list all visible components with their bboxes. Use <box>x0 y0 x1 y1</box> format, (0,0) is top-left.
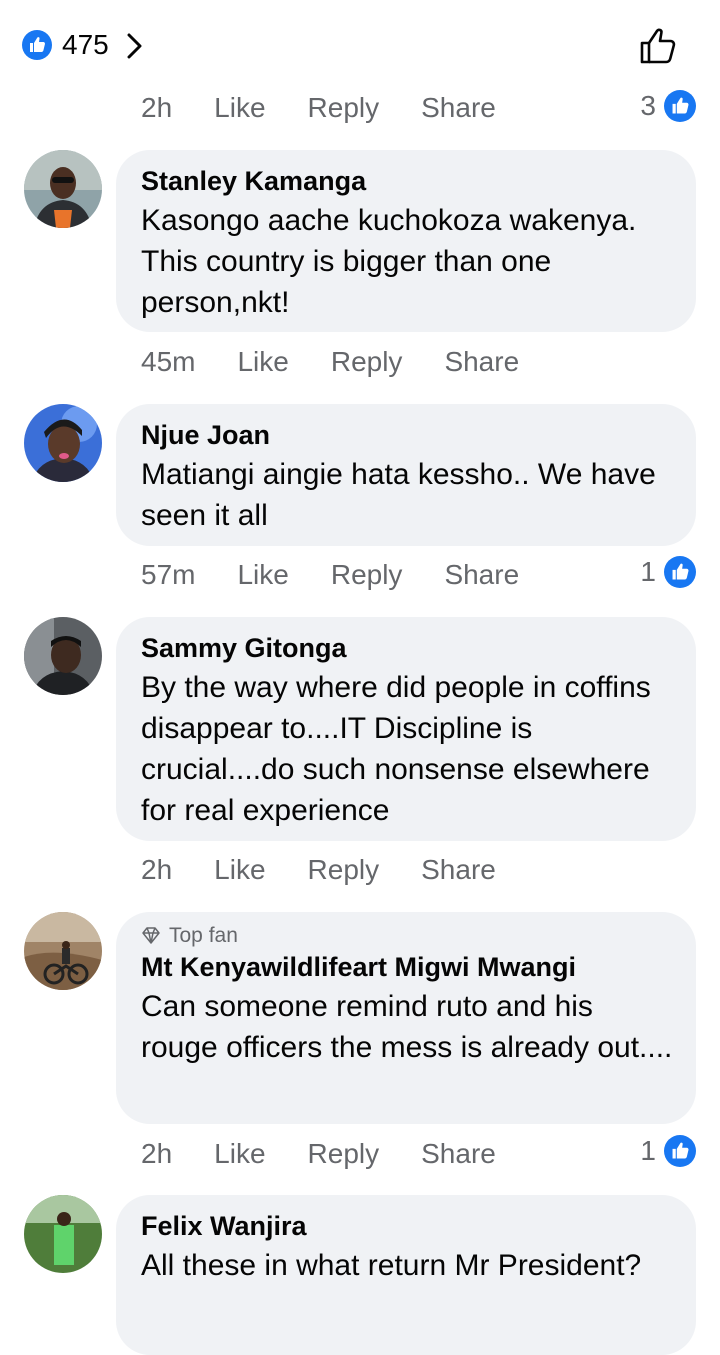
comment-actions: 57m Like Reply Share <box>141 558 519 592</box>
thumbs-up-outline-icon <box>640 28 676 64</box>
share-action[interactable]: Share <box>421 91 496 125</box>
avatar[interactable] <box>24 617 102 695</box>
top-fan-badge: Top fan <box>141 924 674 948</box>
comment-actions: 2h Like Reply Share <box>141 91 496 125</box>
comment-reactions[interactable]: 3 <box>640 90 696 122</box>
comment-bubble: Stanley Kamanga Kasongo aache kuchokoza … <box>116 150 696 332</box>
avatar[interactable] <box>24 912 102 990</box>
comment-author[interactable]: Felix Wanjira <box>141 1209 674 1243</box>
comment-actions: 45m Like Reply Share <box>141 345 519 379</box>
reply-action[interactable]: Reply <box>331 345 403 379</box>
comment-reactions[interactable]: 1 <box>640 1135 696 1167</box>
reaction-count: 3 <box>640 90 656 121</box>
comment-author[interactable]: Njue Joan <box>141 418 674 452</box>
badge-label: Top fan <box>169 924 238 947</box>
avatar[interactable] <box>24 1195 102 1273</box>
diamond-icon <box>142 927 160 944</box>
like-action[interactable]: Like <box>237 558 288 592</box>
reply-action[interactable]: Reply <box>308 1137 380 1171</box>
reply-action[interactable]: Reply <box>331 558 403 592</box>
like-reaction-icon <box>22 30 52 60</box>
comment-actions: 2h Like Reply Share <box>141 853 496 887</box>
like-button[interactable] <box>638 26 680 66</box>
avatar[interactable] <box>24 404 102 482</box>
comment-author[interactable]: Mt Kenyawildlifeart Migwi Mwangi <box>141 950 674 984</box>
comment-reactions[interactable]: 1 <box>640 556 696 588</box>
comment-time: 57m <box>141 559 196 590</box>
share-action[interactable]: Share <box>421 1137 496 1171</box>
comment-time: 45m <box>141 346 196 377</box>
comment-author[interactable]: Sammy Gitonga <box>141 631 674 665</box>
like-icon <box>664 1135 696 1167</box>
comment-text: Can someone remind ruto and his rouge of… <box>141 990 673 1064</box>
share-action[interactable]: Share <box>421 853 496 887</box>
comment-text: Kasongo aache kuchokoza wakenya. This co… <box>141 204 637 319</box>
comment-time: 2h <box>141 1138 173 1169</box>
like-action[interactable]: Like <box>214 1137 265 1171</box>
avatar[interactable] <box>24 150 102 228</box>
comment-text: By the way where did people in coffins d… <box>141 671 651 827</box>
comment-bubble: Njue Joan Matiangi aingie hata kessho.. … <box>116 404 696 546</box>
reaction-count: 1 <box>640 556 656 587</box>
comment-author[interactable]: Stanley Kamanga <box>141 164 674 198</box>
like-icon <box>664 556 696 588</box>
reaction-count[interactable]: 475 <box>62 28 109 62</box>
comment-text: All these in what return Mr President? <box>141 1249 642 1282</box>
like-action[interactable]: Like <box>214 91 265 125</box>
comment-text: Matiangi aingie hata kessho.. We have se… <box>141 458 656 532</box>
reaction-count: 1 <box>640 1135 656 1166</box>
like-icon <box>664 90 696 122</box>
share-action[interactable]: Share <box>444 345 519 379</box>
comment-actions: 2h Like Reply Share <box>141 1137 496 1171</box>
like-action[interactable]: Like <box>214 853 265 887</box>
chevron-right-icon[interactable] <box>126 32 144 60</box>
comment-time: 2h <box>141 854 173 885</box>
comment-bubble: Top fan Mt Kenyawildlifeart Migwi Mwangi… <box>116 912 696 1124</box>
reply-action[interactable]: Reply <box>308 91 380 125</box>
comment-bubble: Felix Wanjira All these in what return M… <box>116 1195 696 1355</box>
reply-action[interactable]: Reply <box>308 853 380 887</box>
comment-time: 2h <box>141 92 173 123</box>
comment-bubble: Sammy Gitonga By the way where did peopl… <box>116 617 696 841</box>
share-action[interactable]: Share <box>444 558 519 592</box>
like-action[interactable]: Like <box>237 345 288 379</box>
